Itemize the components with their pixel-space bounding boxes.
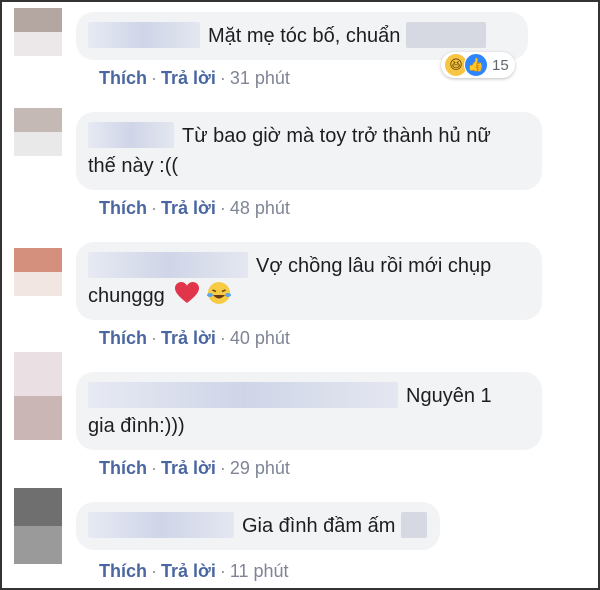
comment-bubble: Từ bao giờ mà toy trở thành hủ nữ thế nà… (76, 112, 542, 190)
comment-text-line-2: gia đình:))) (88, 415, 185, 437)
tears-of-joy-icon (206, 282, 231, 304)
reply-link[interactable]: Trả lời (161, 198, 216, 218)
timestamp[interactable]: 11 phút (230, 561, 289, 581)
reply-link[interactable]: Trả lời (161, 458, 216, 478)
separator: · (219, 561, 226, 581)
reply-link[interactable]: Trả lời (161, 68, 216, 88)
blurred-text-fragment (401, 512, 428, 538)
comment-actions: Thích · Trả lời · 31 phút (99, 68, 290, 89)
comment-bubble: Gia đình đầm ấm (76, 502, 440, 550)
comment-text-line-2: chunggg (88, 285, 165, 307)
separator: · (219, 328, 226, 348)
like-link[interactable]: Thích (99, 561, 147, 581)
avatar[interactable] (14, 488, 62, 564)
comment-actions: Thích · Trả lời · 29 phút (99, 458, 290, 479)
blurred-author-name[interactable] (88, 512, 234, 538)
blurred-author-name[interactable] (88, 122, 174, 148)
separator: · (151, 458, 157, 478)
reply-link[interactable]: Trả lời (161, 561, 216, 581)
separator: · (219, 198, 226, 218)
reaction-count: 15 (492, 56, 509, 74)
avatar[interactable] (14, 248, 62, 296)
separator: · (151, 561, 157, 581)
comment-text-line-1: Nguyên 1 (406, 385, 492, 407)
comment-text: Mặt mẹ tóc bố, chuẩn (208, 25, 401, 47)
heart-icon (175, 282, 200, 303)
comment-text-line-1: Từ bao giờ mà toy trở thành hủ nữ (182, 125, 491, 147)
blurred-author-name[interactable] (88, 382, 398, 408)
separator: · (219, 458, 226, 478)
separator: · (151, 68, 157, 88)
reply-link[interactable]: Trả lời (161, 328, 216, 348)
comment-bubble: Vợ chồng lâu rồi mới chụp chunggg (76, 242, 542, 320)
reaction-summary[interactable]: 😆 👍 15 (441, 52, 515, 78)
comment-text: Gia đình đầm ấm (242, 515, 396, 537)
timestamp[interactable]: 29 phút (230, 458, 290, 478)
like-link[interactable]: Thích (99, 328, 147, 348)
like-link[interactable]: Thích (99, 458, 147, 478)
blurred-author-name[interactable] (88, 252, 248, 278)
like-link[interactable]: Thích (99, 198, 147, 218)
avatar[interactable] (14, 352, 62, 440)
blurred-text-fragment (406, 22, 487, 48)
comment-actions: Thích · Trả lời · 40 phút (99, 328, 290, 349)
timestamp[interactable]: 48 phút (230, 198, 290, 218)
avatar[interactable] (14, 8, 62, 56)
separator: · (151, 198, 157, 218)
comment-bubble: Nguyên 1 gia đình:))) (76, 372, 542, 450)
blurred-author-name[interactable] (88, 22, 200, 48)
like-icon: 👍 (464, 53, 488, 77)
comment-text-line-2: thế này :(( (88, 155, 179, 177)
comment-text-line-1: Vợ chồng lâu rồi mới chụp (256, 255, 492, 277)
timestamp[interactable]: 40 phút (230, 328, 290, 348)
separator: · (219, 68, 226, 88)
comment-actions: Thích · Trả lời · 48 phút (99, 198, 290, 219)
separator: · (151, 328, 157, 348)
comment-actions: Thích · Trả lời · 11 phút (99, 561, 289, 582)
like-link[interactable]: Thích (99, 68, 147, 88)
avatar[interactable] (14, 108, 62, 156)
timestamp[interactable]: 31 phút (230, 68, 290, 88)
